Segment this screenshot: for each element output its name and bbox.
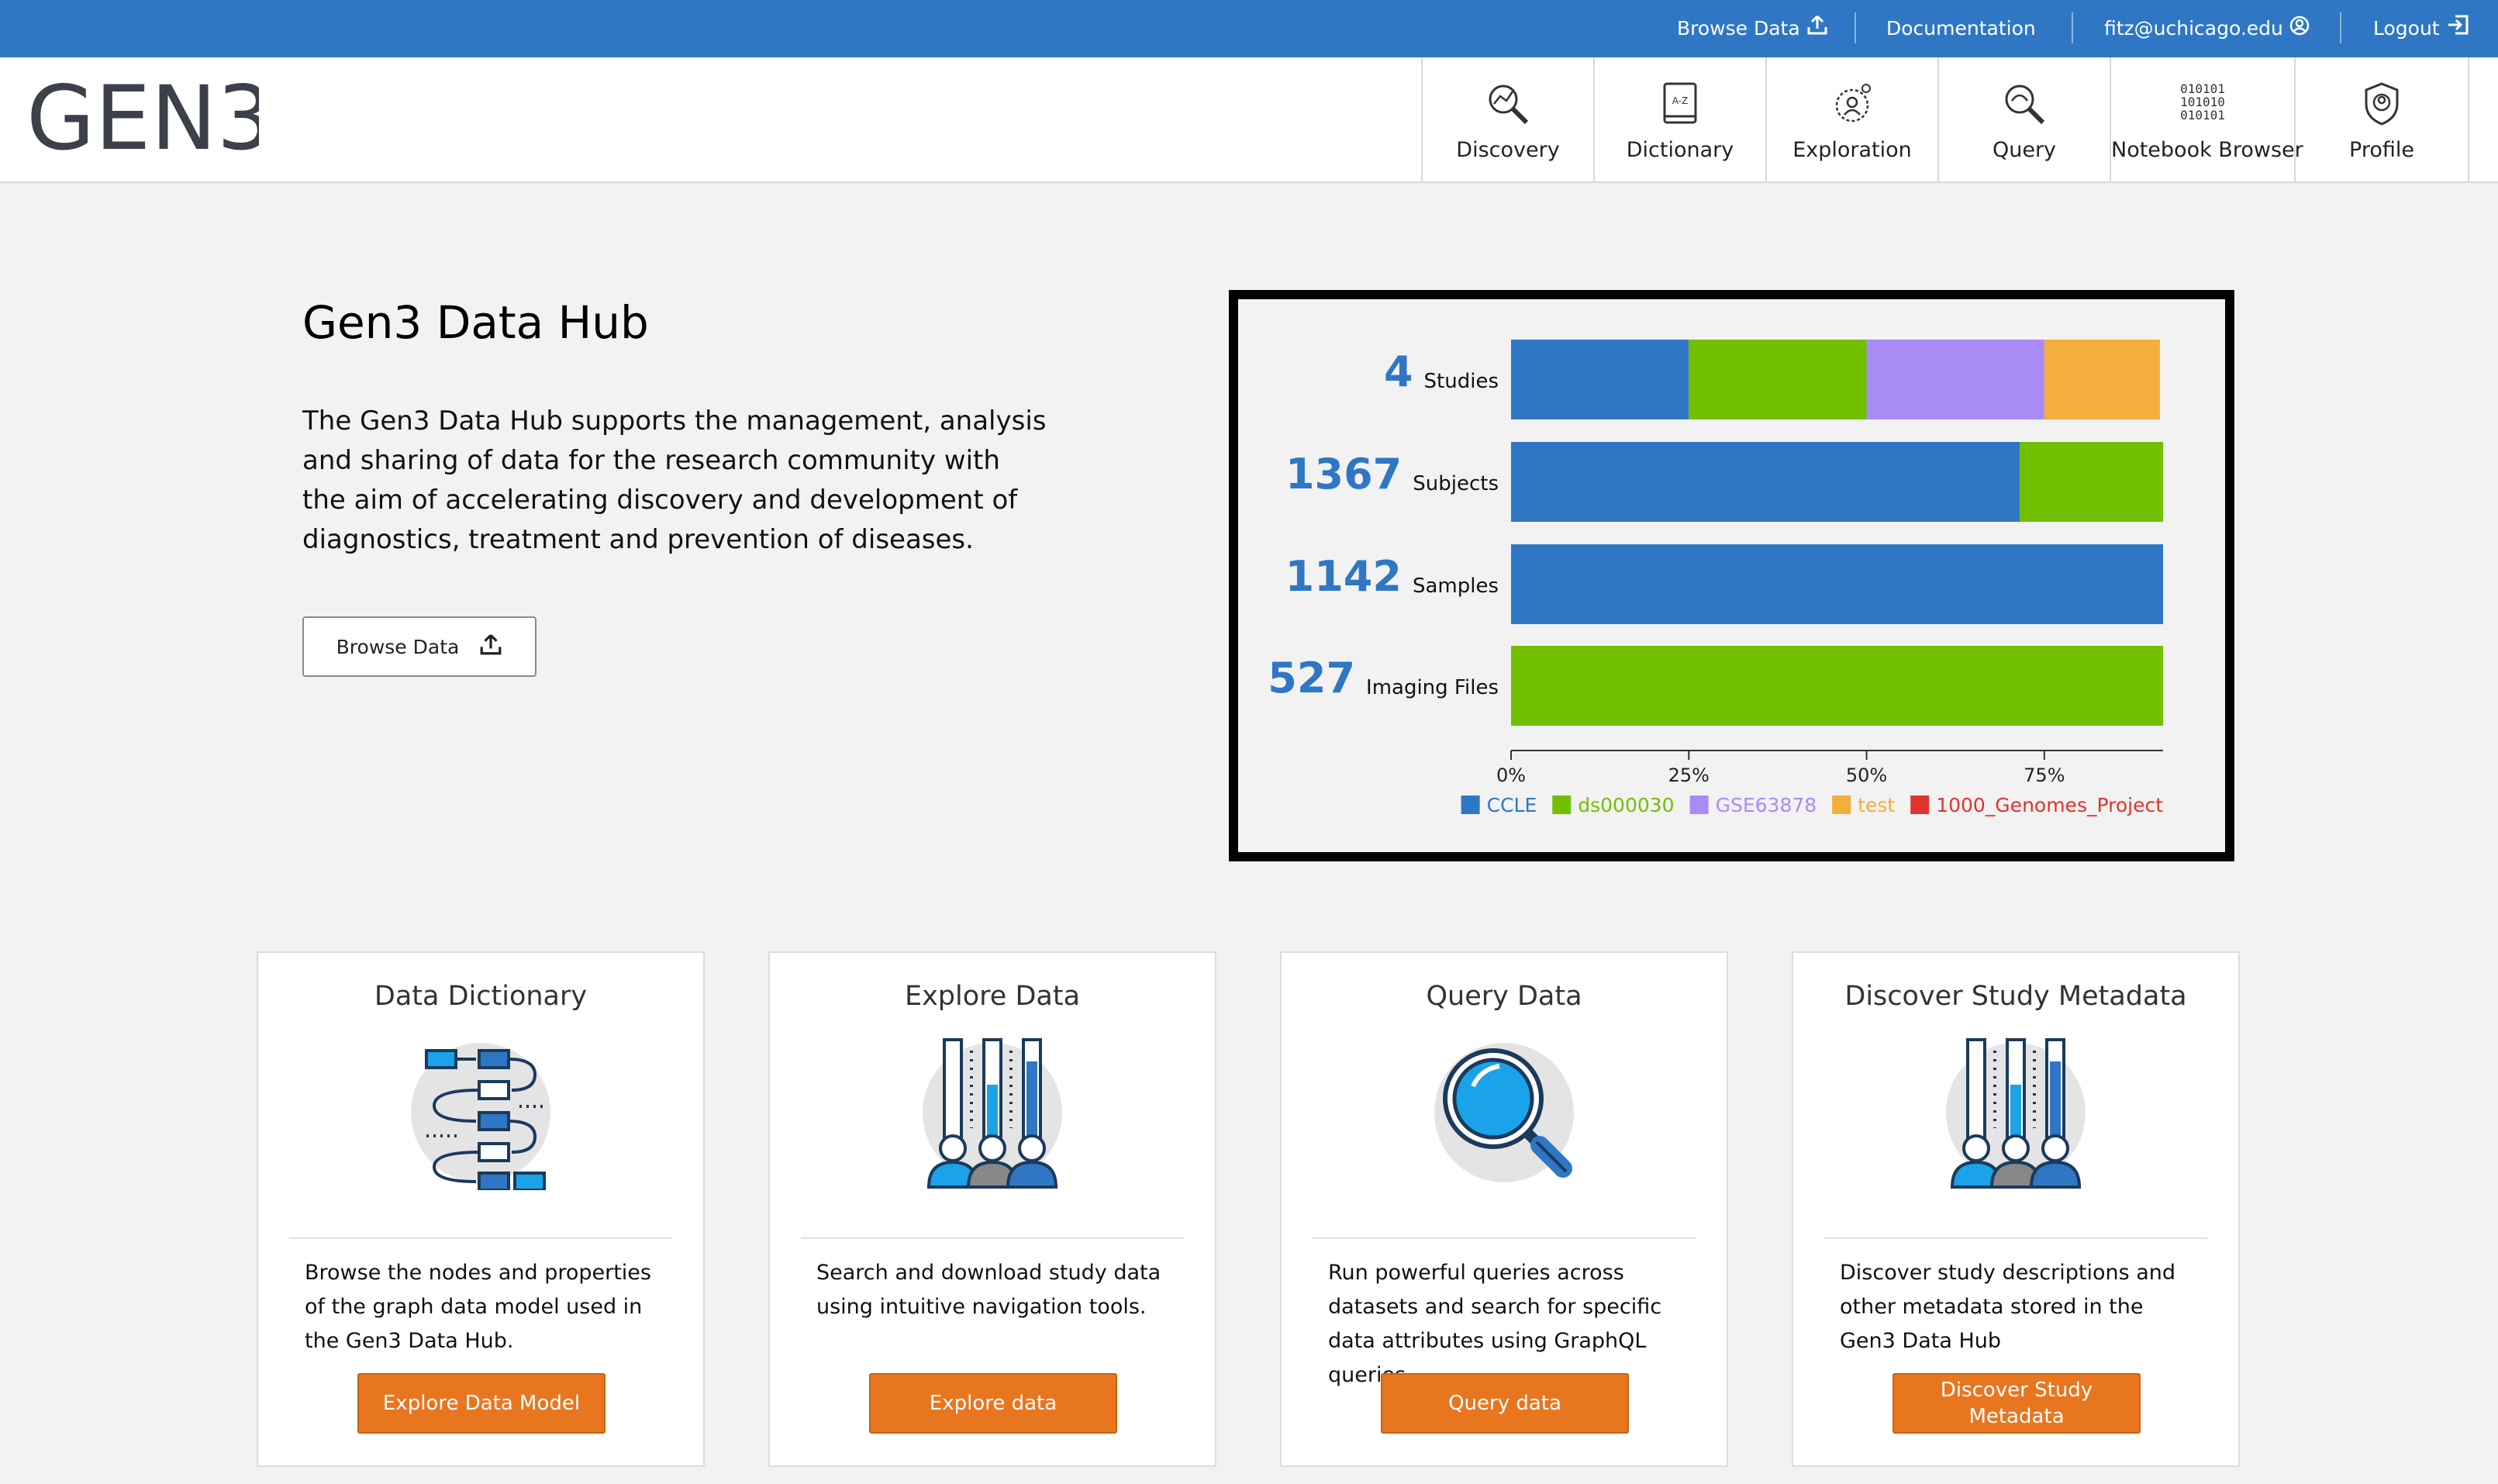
nav-label: Discovery — [1456, 138, 1560, 162]
upload-icon — [479, 633, 502, 661]
nav-query[interactable]: Query — [1937, 57, 2110, 181]
legend-swatch — [1832, 795, 1851, 814]
card-discover-study-metadata: Discover Study Metadata Discover study d… — [1792, 951, 2240, 1467]
logout-icon — [2446, 1, 2469, 58]
top-bar: Browse Data Documentation fitz@uchicago.… — [0, 0, 2498, 57]
query-icon — [1939, 79, 2110, 129]
legend-label-ds000030: ds000030 — [1578, 794, 1674, 816]
discover-metadata-icon — [1793, 1035, 2238, 1190]
card-title: Data Dictionary — [374, 981, 588, 1012]
data-dictionary-icon — [258, 1035, 703, 1190]
discovery-icon — [1423, 79, 1593, 129]
nav-label: Dictionary — [1626, 138, 1734, 162]
intro-description: The Gen3 Data Hub supports the managemen… — [302, 406, 1047, 555]
legend-swatch — [1552, 795, 1572, 814]
topbar-separator — [2072, 12, 2073, 43]
bar-count-label: 4 — [1384, 347, 1413, 396]
bar-segment-ds000030 — [1689, 340, 1867, 419]
topbar-documentation-link[interactable]: Documentation — [1886, 0, 2036, 57]
topbar-browse-data-label: Browse Data — [1677, 17, 1800, 40]
topbar-separator — [1855, 12, 1856, 43]
card-title: Explore Data — [904, 981, 1081, 1012]
bar-segment-ccle — [1511, 442, 2020, 522]
upload-icon — [1806, 1, 1828, 58]
x-tick-label: 75% — [2024, 764, 2065, 786]
bar-segment-test — [2044, 340, 2160, 419]
legend-label-test: test — [1858, 794, 1895, 816]
legend-swatch — [1689, 795, 1709, 814]
card-divider — [801, 1237, 1184, 1239]
x-tick-label: 50% — [1846, 764, 1887, 786]
card-divider — [289, 1237, 672, 1239]
bar-category-label: Subjects — [1413, 472, 1499, 495]
legend-swatch — [1910, 795, 1930, 814]
bar-segment-ds000030 — [2019, 442, 2163, 522]
bar-segment-ccle — [1511, 544, 2163, 624]
card-query-data: Query Data Run powerful queries across d… — [1280, 951, 1728, 1467]
page-title: Gen3 Data Hub — [302, 296, 649, 349]
card-description: Run powerful queries across datasets and… — [1328, 1261, 1662, 1387]
header: GEN3 Discovery A-Z Dictionary Exploratio… — [0, 57, 2498, 183]
explore-data-model-button[interactable]: Explore Data Model — [357, 1373, 606, 1434]
nav-label: Notebook Browser — [2111, 138, 2303, 162]
query-data-icon — [1282, 1035, 1727, 1190]
topbar-user-link[interactable]: fitz@uchicago.edu — [2104, 0, 2310, 57]
legend-swatch — [1461, 795, 1480, 814]
card-title: Discover Study Metadata — [1844, 981, 2187, 1012]
bar-segment-ccle — [1511, 340, 1689, 419]
legend-label-gse63878: GSE63878 — [1716, 794, 1817, 816]
card-description: Discover study descriptions and other me… — [1840, 1261, 2176, 1353]
topbar-browse-data-link[interactable]: Browse Data — [1677, 0, 1828, 57]
dictionary-icon: A-Z — [1595, 79, 1765, 129]
gen3-logo[interactable]: GEN3 — [26, 65, 273, 177]
query-data-button[interactable]: Query data — [1381, 1373, 1629, 1434]
profile-icon — [2296, 79, 2468, 129]
logout-link[interactable]: Logout — [2373, 0, 2469, 57]
nav-dictionary[interactable]: A-Z Dictionary — [1593, 57, 1765, 181]
x-tick-label: 25% — [1668, 764, 1710, 786]
explore-data-icon — [770, 1035, 1215, 1190]
card-data-dictionary: Data Dictionary Browse the nodes and pro… — [257, 951, 705, 1467]
browse-data-button[interactable]: Browse Data — [302, 616, 537, 677]
bar-count-label: 527 — [1268, 654, 1355, 702]
nav-exploration[interactable]: Exploration — [1765, 57, 1937, 181]
svg-text:A-Z: A-Z — [1672, 95, 1689, 106]
bar-count-label: 1142 — [1285, 552, 1402, 601]
card-divider — [1824, 1237, 2207, 1239]
legend-label-ccle: CCLE — [1487, 794, 1537, 816]
browse-data-button-label: Browse Data — [336, 635, 460, 658]
user-circle-icon — [2289, 1, 2310, 58]
nav-label: Profile — [2349, 138, 2414, 162]
bar-category-label: Studies — [1424, 370, 1499, 393]
exploration-icon — [1767, 79, 1937, 129]
nav-label: Exploration — [1792, 138, 1912, 162]
logo-text: GEN3 — [26, 67, 259, 170]
x-tick-label: 0% — [1496, 764, 1526, 786]
bar-category-label: Imaging Files — [1366, 676, 1499, 699]
user-email: fitz@uchicago.edu — [2104, 17, 2283, 40]
card-explore-data: Explore Data Search and download study d… — [768, 951, 1216, 1467]
bar-category-label: Samples — [1413, 575, 1499, 598]
card-description: Search and download study data using int… — [816, 1261, 1161, 1319]
bar-count-label: 1367 — [1285, 450, 1402, 499]
explore-data-button[interactable]: Explore data — [869, 1373, 1117, 1434]
card-title: Query Data — [1426, 981, 1582, 1012]
svg-text:010101: 010101 — [2180, 108, 2225, 123]
bar-segment-gse63878 — [1866, 340, 2044, 419]
stacked-bar-chart: 4 Studies 1367 Subjects 1142 Samples 527 Imagin… — [1268, 340, 2163, 816]
notebook-browser-icon: 010101 101010 010101 — [2111, 79, 2294, 129]
logout-label: Logout — [2373, 17, 2440, 40]
discover-study-metadata-button[interactable]: Discover Study Metadata — [1892, 1373, 2141, 1434]
topbar-separator — [2340, 12, 2341, 43]
nav-notebook-browser[interactable]: 010101 101010 010101 Notebook Browser — [2110, 57, 2303, 181]
card-description: Browse the nodes and properties of the g… — [305, 1261, 651, 1353]
card-divider — [1313, 1237, 1696, 1239]
summary-chart: 4 Studies 1367 Subjects 1142 Samples 527 Imagin… — [1229, 290, 2234, 861]
nav-label: Query — [1992, 138, 2057, 162]
bar-segment-ds000030 — [1511, 646, 2163, 726]
legend-label-1000-genomes-project: 1000_Genomes_Project — [1936, 794, 2163, 816]
nav-profile[interactable]: Profile — [2294, 57, 2469, 181]
nav-discovery[interactable]: Discovery — [1421, 57, 1593, 181]
